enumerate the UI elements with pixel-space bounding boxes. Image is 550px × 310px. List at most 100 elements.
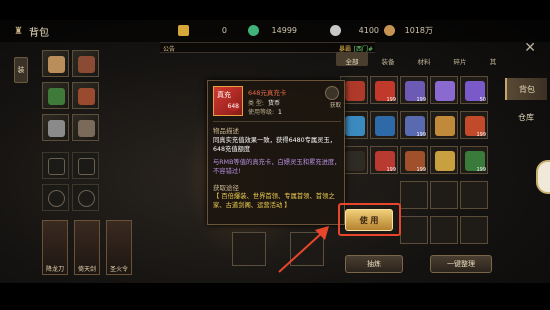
resource-value: 14999 (271, 26, 297, 35)
auto-sort-button[interactable]: 一键整理 (430, 255, 492, 273)
category-tab-other[interactable]: 其 (482, 56, 504, 66)
copper-coin-icon (384, 25, 395, 36)
inventory-cell[interactable] (430, 216, 458, 244)
close-icon[interactable]: ✕ (524, 40, 536, 56)
description-text: 同真实充值效果一致，获得6480专属灵玉，648充值额度 (213, 137, 337, 153)
announcement-tag: 公告 (163, 46, 176, 53)
resource-value: 4100 (358, 26, 379, 35)
equip-slot-weapon[interactable] (42, 50, 69, 77)
panel-title: ♜ 背包 (14, 24, 49, 39)
item-type-row: 类 型: 货币 (248, 98, 280, 107)
silver-coin-icon (330, 25, 341, 36)
inventory-cell[interactable]: 199 (400, 76, 428, 104)
gold-ingot-icon (178, 25, 189, 36)
ring-icon (48, 190, 65, 207)
pointer-arrow-icon (278, 226, 329, 273)
bracelet-icon (78, 158, 95, 175)
refine-button[interactable]: 抽炼 (345, 255, 403, 273)
promo-note: 与RMB等值的真充卡，白嫖灵玉和累充进度，不容错过! (213, 159, 341, 175)
item-count: 199 (386, 97, 396, 103)
source-list: 【 百倍爆装、世界首领、专属首领、首领之家、古道剑阁、运营活动 】 (213, 193, 335, 209)
equip-slot-boots[interactable] (72, 114, 99, 141)
inventory-cell[interactable]: 199 (460, 111, 488, 139)
equip-slot-helmet[interactable] (72, 50, 99, 77)
necklace-icon (48, 158, 65, 175)
inventory-cell[interactable]: 199 (460, 146, 488, 174)
item-level-value: 1 (278, 109, 282, 116)
top-bar: ♜ 背包 0 14999 4100 1018万 (0, 20, 550, 42)
legend-weapon-label: 圣火令 (109, 266, 128, 273)
belt-icon (78, 88, 95, 105)
letterbox-bottom (0, 283, 550, 310)
armor-icon (48, 88, 65, 105)
inventory-cell[interactable] (460, 216, 488, 244)
gem-slot[interactable] (232, 232, 266, 266)
equip-slot-robe[interactable] (42, 114, 69, 141)
item-count: 199 (416, 132, 426, 138)
inventory-cell[interactable] (430, 76, 458, 104)
inventory-cell[interactable] (400, 216, 428, 244)
legend-weapon-slot[interactable]: 降龙刀 (42, 220, 68, 275)
divider (213, 121, 341, 122)
item-count: 50 (479, 97, 486, 103)
tab-bag[interactable]: 背包 (505, 78, 547, 100)
legend-weapon-slot[interactable]: 圣火令 (106, 220, 132, 275)
empty-slot-icon (345, 151, 365, 171)
description-heading: 物品描述 (213, 127, 239, 135)
floating-event-icon[interactable] (536, 160, 550, 194)
source-heading: 获取途径 (213, 184, 239, 192)
ring-icon (78, 190, 95, 207)
item-count: 199 (476, 132, 486, 138)
resource-value: 1018万 (404, 26, 433, 35)
item-count: 199 (386, 167, 396, 173)
tab-warehouse[interactable]: 仓库 (505, 106, 547, 128)
inventory-cell[interactable]: 50 (460, 76, 488, 104)
gem-icon (345, 116, 365, 136)
scroll-icon (435, 116, 455, 136)
inventory-cell[interactable]: 199 (370, 76, 398, 104)
inventory-cell[interactable] (370, 111, 398, 139)
helmet-icon (78, 56, 95, 73)
category-tab-equipment[interactable]: 装备 (377, 56, 399, 66)
dagger-icon (48, 56, 65, 73)
equip-slot-armor[interactable] (42, 82, 69, 109)
inventory-cell[interactable] (430, 111, 458, 139)
letterbox-top (0, 0, 550, 20)
inventory-cell[interactable] (430, 146, 458, 174)
item-count: 199 (416, 97, 426, 103)
equip-side-tab[interactable]: 装 (14, 57, 28, 83)
category-tab-all[interactable]: 全部 (341, 56, 363, 66)
inventory-cell[interactable]: 199 (370, 146, 398, 174)
source-button-label[interactable]: 获取 (330, 101, 341, 109)
inventory-cell[interactable] (430, 181, 458, 209)
boots-icon (78, 120, 95, 137)
item-level-row: 使用等级: 1 (248, 107, 282, 116)
jade-coin-icon (248, 25, 259, 36)
legend-weapon-slot[interactable]: 倚天剑 (74, 220, 100, 275)
equip-slot-belt[interactable] (72, 82, 99, 109)
inventory-cell[interactable] (400, 181, 428, 209)
resource-jade: 14999 (248, 25, 297, 36)
search-icon[interactable] (325, 86, 339, 100)
inventory-cell[interactable] (460, 181, 488, 209)
equip-slot-ring-right[interactable] (72, 184, 99, 211)
resource-gold: 0 (178, 25, 227, 36)
recharge-card-icon: 真充 648 (213, 86, 243, 116)
gem-icon (375, 116, 395, 136)
card-value: 648 (226, 102, 240, 111)
robe-icon (48, 120, 65, 137)
bag-icon: ♜ (14, 26, 23, 37)
equip-slot-ring-left[interactable] (42, 184, 69, 211)
pouch-icon (435, 151, 455, 171)
card-label: 真充 (217, 91, 231, 99)
item-type-label: 类 型: (248, 100, 264, 107)
resource-copper: 1018万 (384, 25, 433, 36)
inventory-cell[interactable]: 199 (400, 146, 428, 174)
resource-silver: 4100 (330, 25, 379, 36)
inventory-cell[interactable]: 199 (400, 111, 428, 139)
category-tab-fragment[interactable]: 碎片 (449, 56, 471, 66)
crystal-icon (435, 81, 455, 101)
equip-slot-bracelet[interactable] (72, 152, 99, 179)
category-tab-material[interactable]: 材料 (413, 56, 435, 66)
equip-slot-necklace[interactable] (42, 152, 69, 179)
